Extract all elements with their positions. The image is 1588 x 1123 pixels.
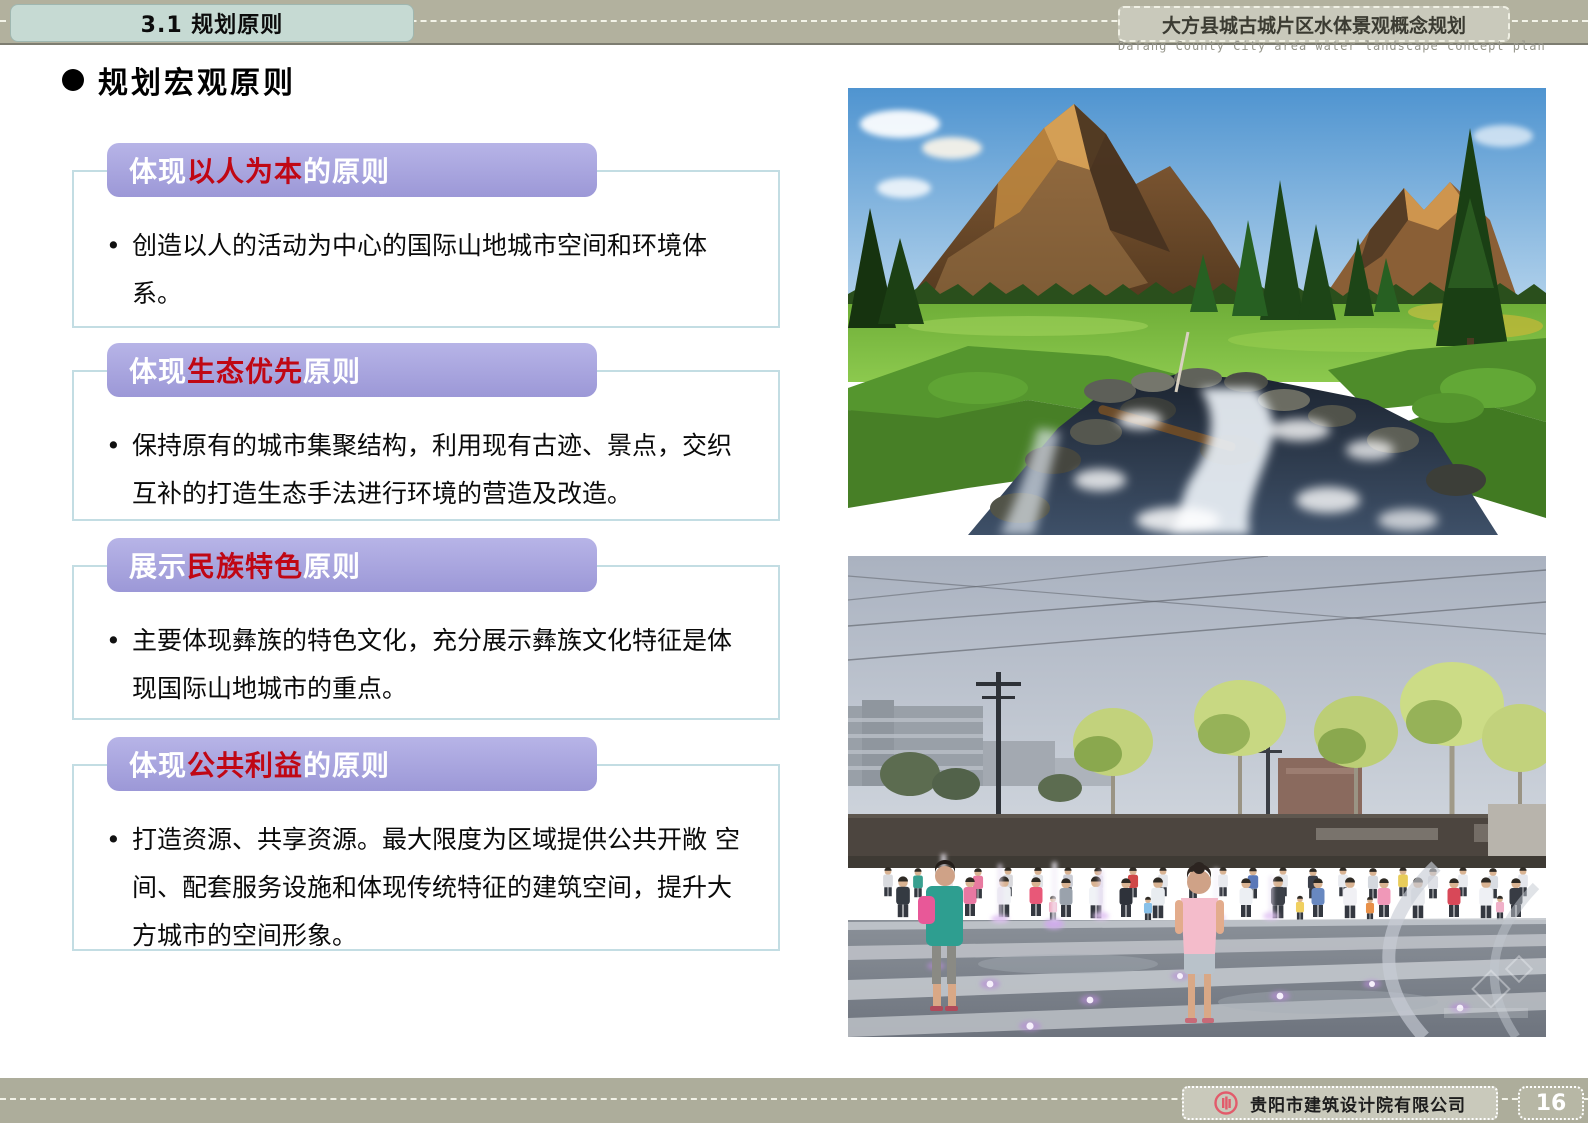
principle-3-title-pre: 展示 bbox=[129, 545, 187, 585]
principle-4-title-post: 的原则 bbox=[303, 744, 390, 784]
principle-4-title-pre: 体现 bbox=[129, 744, 187, 784]
principle-3-body: 主要体现彝族的特色文化，充分展示彝族文化特征是体现国际山地城市的重点。 bbox=[132, 617, 752, 713]
project-title-english: Dafang County City area water landscape … bbox=[1118, 39, 1506, 53]
page-number: 16 bbox=[1536, 1091, 1567, 1116]
page-number-badge: 16 bbox=[1518, 1086, 1584, 1120]
heading-bullet-icon bbox=[62, 69, 84, 91]
principle-2-banner: 体现生态优先原则 bbox=[107, 343, 597, 397]
fountain-plaza-photo bbox=[848, 556, 1546, 1037]
principle-1-banner: 体现以人为本的原则 bbox=[107, 143, 597, 197]
principle-1-body: 创造以人的活动为中心的国际山地城市空间和环境体系。 bbox=[132, 222, 752, 318]
principle-3-title-post: 原则 bbox=[303, 545, 361, 585]
principle-2-body: 保持原有的城市集聚结构，利用现有古迹、景点，交织互补的打造生态手法进行环境的营造… bbox=[132, 422, 752, 518]
principle-4-body: 打造资源、共享资源。最大限度为区域提供公共开敞 空间、配套服务设施和体现传统特征… bbox=[132, 816, 752, 960]
principle-2-title-highlight: 生态优先 bbox=[187, 350, 303, 390]
principle-1-title-highlight: 以人为本 bbox=[187, 150, 303, 190]
principle-2-title-post: 原则 bbox=[303, 350, 361, 390]
section-tab-label: 3.1 规划原则 bbox=[141, 7, 284, 39]
principle-4-box: 打造资源、共享资源。最大限度为区域提供公共开敞 空间、配套服务设施和体现传统特征… bbox=[72, 764, 780, 951]
project-title-box: 大方县城古城片区水体景观概念规划 bbox=[1118, 6, 1510, 42]
principle-3-banner: 展示民族特色原则 bbox=[107, 538, 597, 592]
principle-2-title-pre: 体现 bbox=[129, 350, 187, 390]
page-heading: 规划宏观原则 bbox=[62, 58, 296, 102]
company-name: 贵阳市建筑设计院有限公司 bbox=[1250, 1091, 1466, 1116]
section-tab: 3.1 规划原则 bbox=[10, 4, 414, 42]
principle-1-title-pre: 体现 bbox=[129, 150, 187, 190]
page-heading-text: 规划宏观原则 bbox=[98, 58, 296, 102]
principle-3-title-highlight: 民族特色 bbox=[187, 545, 303, 585]
company-logo-icon bbox=[1214, 1091, 1238, 1115]
principle-4-banner: 体现公共利益的原则 bbox=[107, 737, 597, 791]
principle-1-title-post: 的原则 bbox=[303, 150, 390, 190]
project-title: 大方县城古城片区水体景观概念规划 bbox=[1162, 11, 1466, 38]
principle-4-title-highlight: 公共利益 bbox=[187, 744, 303, 784]
slide: 3.1 规划原则 大方县城古城片区水体景观概念规划 Dafang County … bbox=[0, 0, 1588, 1123]
company-badge: 贵阳市建筑设计院有限公司 bbox=[1182, 1086, 1498, 1120]
mountain-stream-photo bbox=[848, 88, 1546, 535]
